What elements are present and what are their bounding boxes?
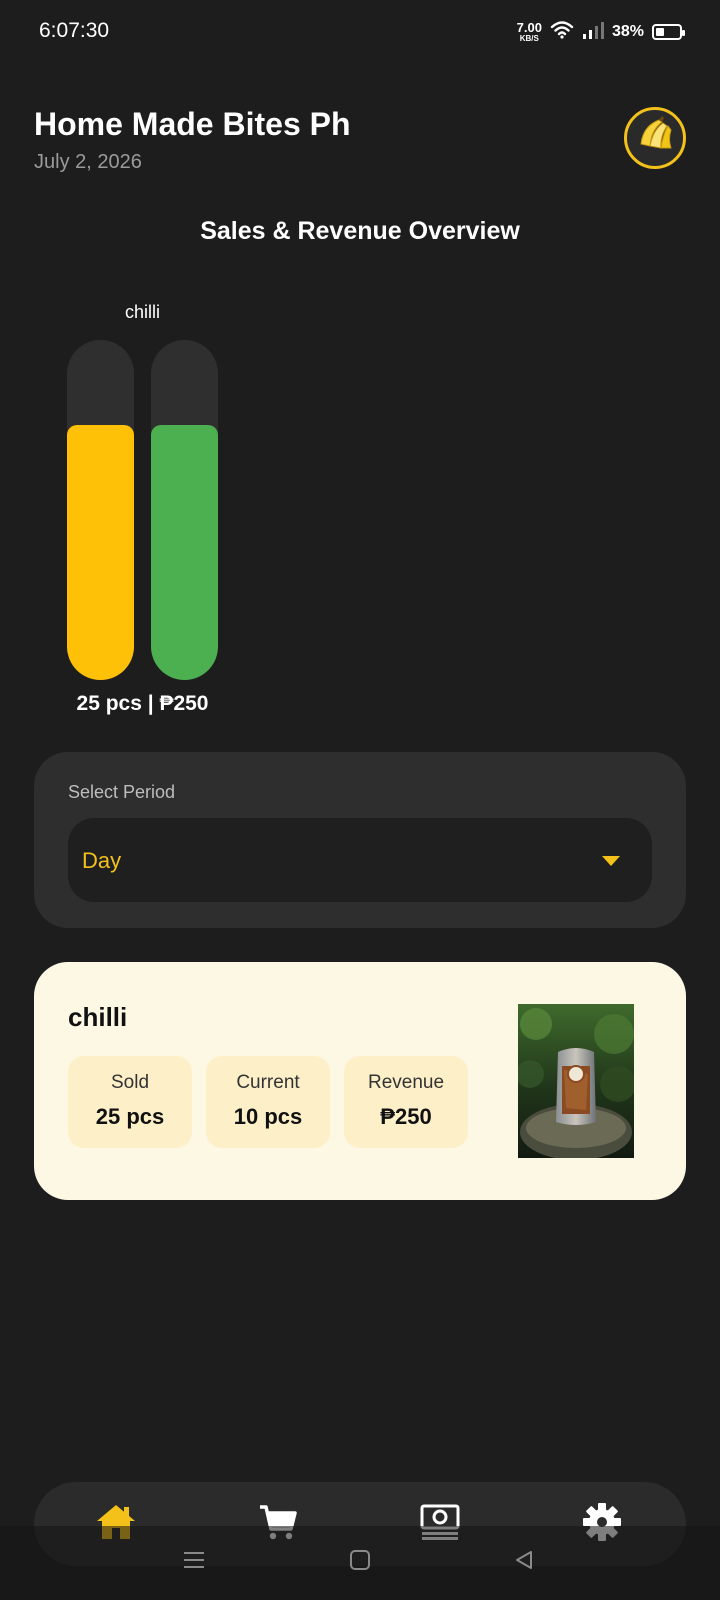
product-name: chilli — [68, 1002, 128, 1032]
signal-icon — [582, 20, 604, 45]
period-selected-value: Day — [82, 848, 122, 873]
stat-value: 25 pcs — [95, 1104, 165, 1129]
battery-percent: 38% — [611, 23, 644, 40]
status-icons: 7.00 KB/S 38% — [517, 18, 685, 46]
home-square-icon[interactable] — [340, 1540, 380, 1580]
bar-category-label: chilli — [124, 302, 160, 322]
network-speed: 7.00 KB/S — [517, 21, 542, 43]
status-bar: 6:07:30 7.00 KB/S 38% — [0, 0, 720, 64]
stat-label: Sold — [110, 1072, 150, 1093]
bar-units-sold — [67, 425, 134, 680]
stat-label: Revenue — [367, 1072, 445, 1093]
chart-title: Sales & Revenue Overview — [200, 217, 520, 245]
period-label: Select Period — [68, 782, 176, 802]
battery-icon — [652, 24, 685, 40]
system-navigation-bar — [0, 1526, 720, 1600]
screen: 6:07:30 7.00 KB/S 38% Home Made Bites Ph… — [0, 0, 720, 1600]
stat-current: Current 10 pcs — [206, 1056, 330, 1148]
period-dropdown[interactable]: Day — [68, 818, 652, 902]
current-date: July 2, 2026 — [34, 151, 142, 173]
period-card: Select Period Day — [34, 752, 686, 928]
status-time: 6:07:30 — [39, 19, 110, 42]
stat-value: 10 pcs — [233, 1104, 303, 1129]
battery-level — [656, 28, 665, 36]
network-speed-value: 7.00 — [516, 20, 542, 35]
stat-value: ₱250 — [380, 1104, 432, 1129]
menu-icon[interactable] — [174, 1540, 214, 1580]
product-photo — [518, 1004, 634, 1158]
bar-track — [67, 340, 134, 680]
stat-revenue: Revenue ₱250 — [344, 1056, 468, 1148]
avatar[interactable] — [624, 107, 686, 169]
banana-icon — [633, 114, 677, 163]
sales-revenue-chart: chilli 25 pcs | ₱250 — [0, 290, 720, 730]
bar-value-label: 25 pcs | ₱250 — [76, 692, 209, 715]
caret-down-icon — [602, 856, 620, 866]
network-speed-unit: KB/S — [519, 34, 539, 43]
back-triangle-icon[interactable] — [504, 1540, 544, 1580]
bar-track — [151, 340, 218, 680]
wifi-icon — [550, 20, 574, 45]
stat-sold: Sold 25 pcs — [68, 1056, 192, 1148]
stat-label: Current — [236, 1072, 300, 1093]
product-card[interactable]: chilli Sold 25 pcs Current 10 pcs Revenu… — [34, 962, 686, 1200]
app-title: Home Made Bites Ph — [34, 106, 351, 142]
bar-revenue — [151, 425, 218, 680]
